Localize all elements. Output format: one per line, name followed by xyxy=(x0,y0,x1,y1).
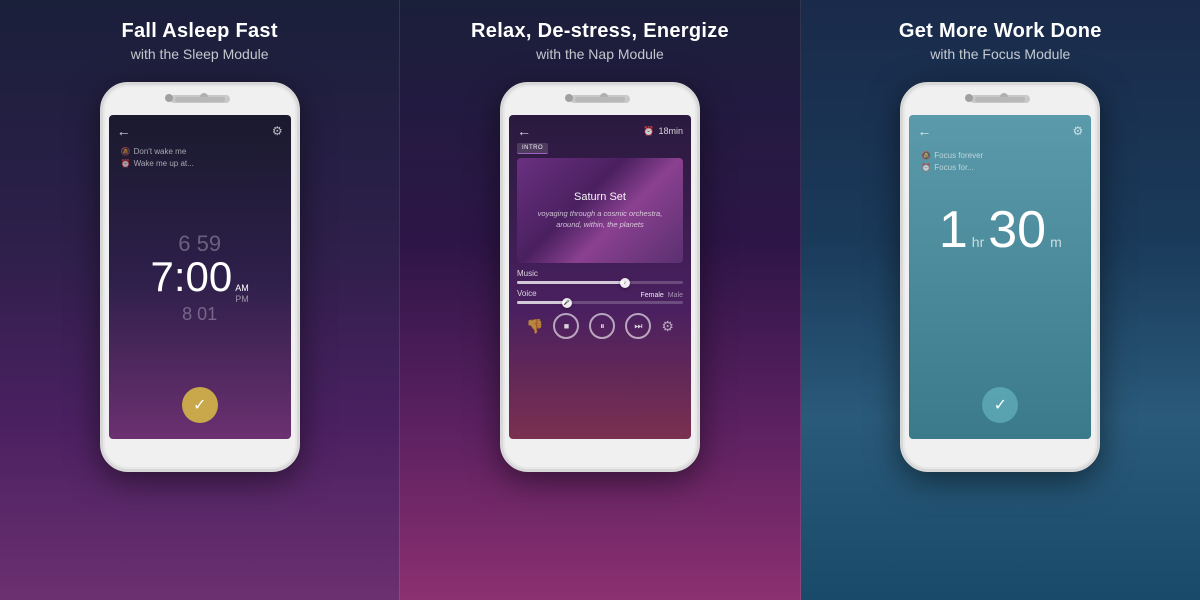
wake-at-option[interactable]: ⏰ Wake me up at... xyxy=(121,159,194,168)
ampm-selector: AM PM xyxy=(235,283,249,304)
album-description: voyaging through a cosmic orchestra, aro… xyxy=(517,209,683,230)
music-fill xyxy=(517,281,625,284)
no-wake-icon: 🔕 xyxy=(121,147,131,156)
no-wake-option[interactable]: 🔕 Don't wake me xyxy=(121,147,187,156)
thumbs-down-icon[interactable]: 👎 xyxy=(526,318,543,335)
focus-time-display: 1 hr 30 m xyxy=(939,204,1062,377)
voice-track: 🎤 xyxy=(517,301,683,304)
music-label: Music xyxy=(517,269,683,278)
focus-for-icon: ⏰ xyxy=(921,163,931,172)
album-art: Saturn Set voyaging through a cosmic orc… xyxy=(517,158,683,263)
focus-forever-option[interactable]: 🔕 Focus forever xyxy=(921,151,983,160)
nap-topbar: ← ⏰ 18min xyxy=(517,123,683,139)
focus-title: Get More Work Done xyxy=(899,18,1102,44)
nap-header: Relax, De-stress, Energize with the Nap … xyxy=(451,0,749,74)
phone-camera-2 xyxy=(565,94,573,102)
voice-fill xyxy=(517,301,567,304)
focus-header: Get More Work Done with the Focus Module xyxy=(879,0,1122,74)
voice-thumb[interactable]: 🎤 xyxy=(562,298,572,308)
music-thumb[interactable]: ♪ xyxy=(620,278,630,288)
nap-timer: ⏰ 18min xyxy=(643,126,683,137)
sleep-topbar: ← ⚙ xyxy=(117,123,283,139)
focus-options: 🔕 Focus forever ⏰ Focus for... xyxy=(917,151,1083,172)
sleep-header: Fall Asleep Fast with the Sleep Module xyxy=(101,0,297,74)
intro-badge: INTRO xyxy=(517,143,548,154)
skip-button[interactable]: ⏭ xyxy=(625,313,651,339)
focus-for-option[interactable]: ⏰ Focus for... xyxy=(921,163,974,172)
focus-confirm-button[interactable]: ✓ xyxy=(982,387,1018,423)
phone-camera xyxy=(165,94,173,102)
phone-speaker-2 xyxy=(575,97,625,102)
clock-icon: ⏰ xyxy=(643,126,654,137)
focus-hr-unit: hr xyxy=(972,234,984,250)
back-arrow-icon-3[interactable]: ← xyxy=(917,123,931,139)
nap-panel: Relax, De-stress, Energize with the Nap … xyxy=(399,0,800,600)
nap-title: Relax, De-stress, Energize xyxy=(471,18,729,44)
focus-min-unit: m xyxy=(1050,234,1062,250)
alarm-icon: ⏰ xyxy=(121,159,131,168)
focus-topbar: ← ⚙ xyxy=(917,123,1083,139)
pm-option[interactable]: PM xyxy=(235,294,249,304)
phone-speaker xyxy=(175,97,225,102)
sleep-confirm-button[interactable]: ✓ xyxy=(182,387,218,423)
phone-speaker-3 xyxy=(975,97,1025,102)
focus-screen: ← ⚙ 🔕 Focus forever ⏰ Focus for... 1 hr xyxy=(909,115,1091,439)
player-controls: 👎 ■ ⏸ ⏭ ⚙ xyxy=(517,313,683,339)
sleep-subtitle: with the Sleep Module xyxy=(121,46,277,62)
focus-hours: 1 xyxy=(939,204,968,256)
voice-row: Voice Female Male xyxy=(517,289,683,301)
nap-phone: ← ⏰ 18min INTRO Saturn Set voyaging thro… xyxy=(500,82,700,472)
music-slider[interactable]: ♪ xyxy=(517,281,683,284)
music-track: ♪ xyxy=(517,281,683,284)
focus-phone: ← ⚙ 🔕 Focus forever ⏰ Focus for... 1 hr xyxy=(900,82,1100,472)
sleep-screen: ← ⚙ 🔕 Don't wake me ⏰ Wake me up at... 6… xyxy=(109,115,291,439)
focus-subtitle: with the Focus Module xyxy=(899,46,1102,62)
nap-subtitle: with the Nap Module xyxy=(471,46,729,62)
back-arrow-icon[interactable]: ← xyxy=(117,123,131,139)
music-thumb-icon: ♪ xyxy=(622,280,628,286)
female-option[interactable]: Female xyxy=(640,292,663,299)
pause-button[interactable]: ⏸ xyxy=(589,313,615,339)
time-main-display: 7:00 xyxy=(151,256,233,298)
wake-options: 🔕 Don't wake me ⏰ Wake me up at... xyxy=(117,147,283,168)
gear-icon-player[interactable]: ⚙ xyxy=(661,318,674,335)
voice-thumb-icon: 🎤 xyxy=(564,300,570,306)
phone-camera-3 xyxy=(965,94,973,102)
voice-slider[interactable]: 🎤 xyxy=(517,301,683,304)
voice-label: Voice xyxy=(517,289,537,298)
voice-options: Female Male xyxy=(640,292,683,299)
focus-forever-icon: 🔕 xyxy=(921,151,931,160)
male-option[interactable]: Male xyxy=(668,292,683,299)
time-current: 7:00 AM PM xyxy=(151,256,249,304)
sleep-phone: ← ⚙ 🔕 Don't wake me ⏰ Wake me up at... 6… xyxy=(100,82,300,472)
album-title: Saturn Set xyxy=(574,191,626,203)
nap-screen: ← ⏰ 18min INTRO Saturn Set voyaging thro… xyxy=(509,115,691,439)
sleep-panel: Fall Asleep Fast with the Sleep Module ←… xyxy=(0,0,399,600)
stop-button[interactable]: ■ xyxy=(553,313,579,339)
focus-minutes: 30 xyxy=(988,204,1046,256)
time-next: 8 01 xyxy=(182,304,217,326)
sleep-title: Fall Asleep Fast xyxy=(121,18,277,44)
time-scroll: 6 59 7:00 AM PM 8 01 xyxy=(151,180,249,377)
settings-icon-focus[interactable]: ⚙ xyxy=(1073,124,1084,138)
am-option[interactable]: AM xyxy=(235,283,249,293)
settings-icon[interactable]: ⚙ xyxy=(272,124,283,138)
back-arrow-icon-2[interactable]: ← xyxy=(517,123,531,139)
focus-panel: Get More Work Done with the Focus Module… xyxy=(801,0,1200,600)
